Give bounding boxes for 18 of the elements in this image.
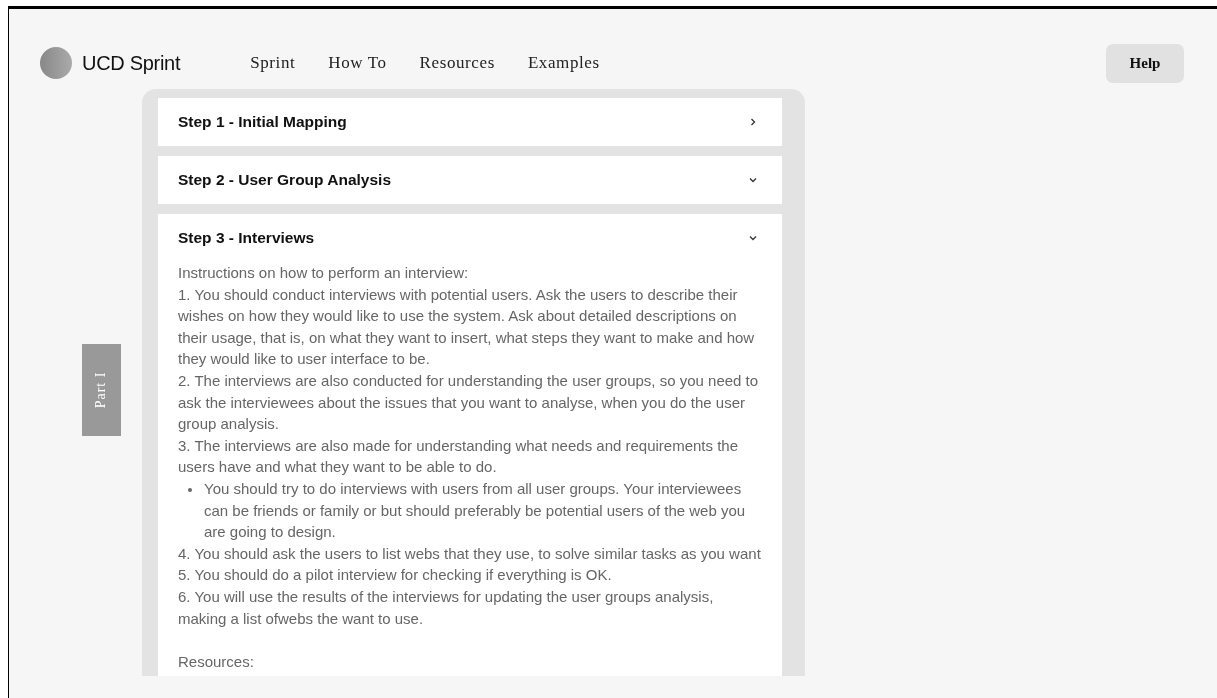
help-button[interactable]: Help [1106,43,1184,83]
section-heading: Resources: [178,651,255,672]
nav-link[interactable]: Resources [419,53,495,73]
instruction-text: 3. The interviews are also made for understanding what needs and requirements the users have and what they want to be able to do. [178,435,740,478]
nav-link[interactable]: Sprint [250,53,296,73]
instruction-text: 2. The interviews are also conducted for understanding the user groups, so you need to ask the interviewees about the issues that you want to analyse, when you do the user group analysis. [178,370,760,435]
site-logo-text[interactable]: UCD Sprint [82,51,181,75]
bullet-text: You should try to do interviews with users from all user groups. Your interviewees can be friends or family or but should preferably be potential users of the web you are going to design. [204,478,747,543]
nav-link[interactable]: How To [328,53,387,73]
instruction-text: 5. You should do a pilot interview for checking if everything is OK. [178,565,613,586]
step-title: Step 2 - User Group Analysis [178,171,392,189]
instruction-text: 1. You should conduct interviews with potential users. Ask the users to describe their wishes on how they would like to use the system. Ask about detailed descriptions on their usage, that is, on what they want to insert, what steps they want to make and how they would like to user interface to be. [178,284,756,370]
step-title: Step 3 - Interviews [178,229,315,247]
instruction-text: 6. You will use the results of the interviews for updating the user groups analysis, making a list ofwebs the want to use. [178,586,715,629]
nav-link[interactable]: Examples [527,53,600,73]
step-title: Step 1 - Initial Mapping [178,113,347,131]
instruction-text: 4. You should ask the users to list webs that they use, to solve similar tasks as you want [178,543,762,564]
instruction-text: Instructions on how to perform an interview: [178,263,470,283]
